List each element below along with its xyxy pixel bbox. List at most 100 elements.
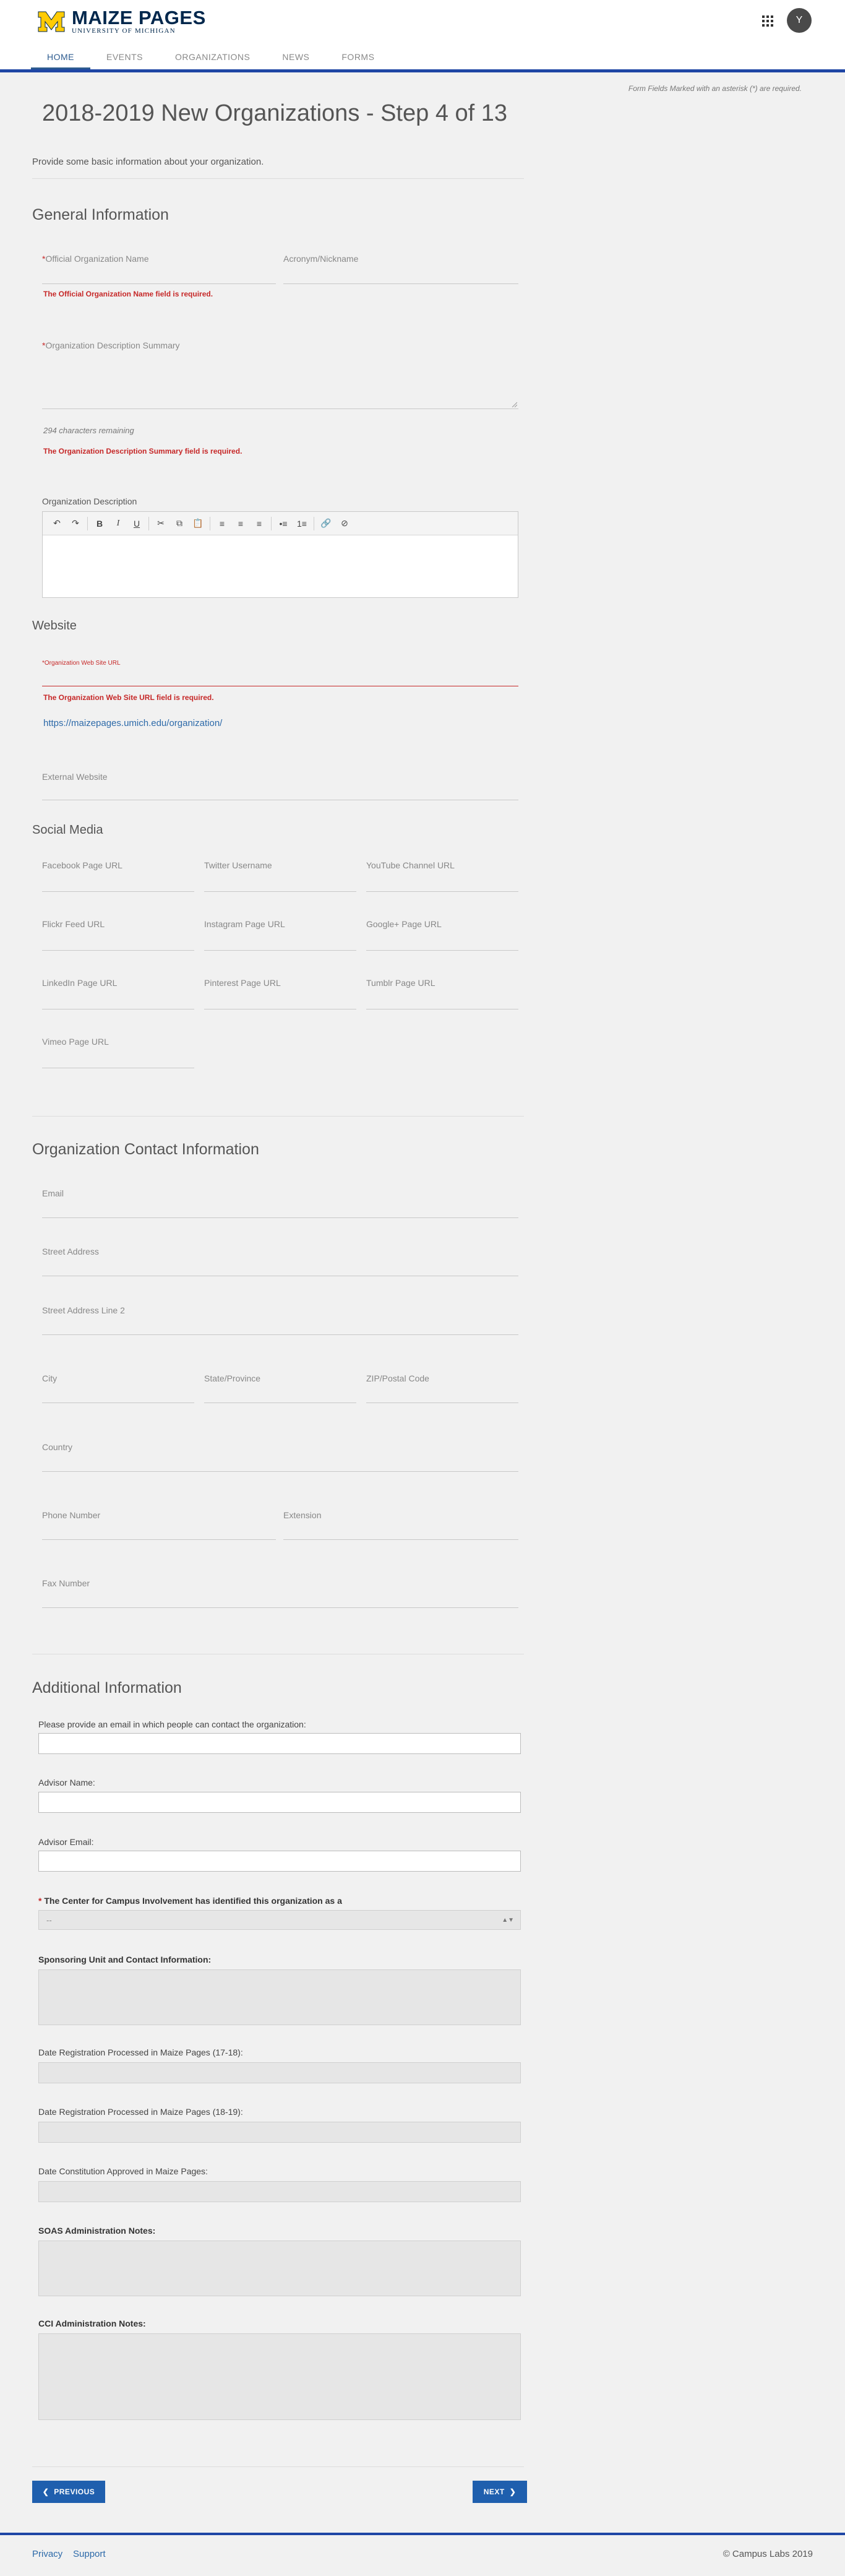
facebook-input[interactable]	[42, 891, 194, 892]
redo-icon[interactable]: ↷	[66, 516, 85, 532]
sponsoring-unit-label: Sponsoring Unit and Contact Information:	[38, 1955, 212, 1964]
date-1819-input[interactable]	[38, 2122, 521, 2143]
soas-notes-label: SOAS Administration Notes:	[38, 2226, 156, 2236]
contact-info-heading: Organization Contact Information	[32, 1141, 259, 1158]
acronym-label: Acronym/Nickname	[283, 254, 359, 264]
cci-notes-label: CCI Administration Notes:	[38, 2319, 146, 2328]
italic-icon[interactable]: I	[109, 516, 127, 532]
date-1718-label: Date Registration Processed in Maize Pag…	[38, 2047, 243, 2057]
date-1819-label: Date Registration Processed in Maize Pag…	[38, 2107, 243, 2117]
street2-input[interactable]	[42, 1334, 518, 1335]
linkedin-label: LinkedIn Page URL	[42, 978, 118, 988]
advisor-name-label: Advisor Name:	[38, 1778, 95, 1787]
date-1718-input[interactable]	[38, 2062, 521, 2083]
country-label: Country	[42, 1442, 73, 1452]
avatar[interactable]: Y	[787, 8, 812, 33]
chevron-right-icon: ❯	[509, 2487, 517, 2496]
acronym-input[interactable]	[283, 283, 518, 284]
contact-email-input[interactable]	[38, 1733, 521, 1754]
general-info-heading: General Information	[32, 206, 169, 223]
twitter-input[interactable]	[204, 891, 356, 892]
bold-icon[interactable]: B	[90, 516, 109, 532]
divider	[32, 2466, 524, 2467]
social-media-heading: Social Media	[32, 823, 103, 837]
bullet-list-icon[interactable]: •≡	[274, 516, 293, 532]
summary-textarea[interactable]	[42, 408, 518, 409]
apps-grid-icon[interactable]	[762, 15, 773, 27]
next-button[interactable]: NEXT ❯	[473, 2481, 527, 2503]
email-input[interactable]	[42, 1217, 518, 1218]
advisor-email-label: Advisor Email:	[38, 1837, 94, 1847]
resize-grip-icon[interactable]	[511, 401, 517, 407]
tab-forms[interactable]: FORMS	[325, 43, 390, 69]
align-center-icon[interactable]: ≡	[231, 516, 250, 532]
dropdown-caret-icon: ▲▼	[502, 1917, 514, 1924]
official-name-input[interactable]	[42, 283, 276, 284]
cci-notes-textarea[interactable]	[38, 2333, 521, 2420]
official-name-error: The Official Organization Name field is …	[43, 290, 213, 298]
previous-label: PREVIOUS	[54, 2487, 95, 2496]
tab-organizations[interactable]: ORGANIZATIONS	[159, 43, 266, 69]
numbered-list-icon[interactable]: 1≡	[293, 516, 311, 532]
next-label: NEXT	[483, 2487, 505, 2496]
cci-classification-select[interactable]: -- ▲▼	[38, 1910, 521, 1930]
undo-icon[interactable]: ↶	[48, 516, 66, 532]
previous-button[interactable]: ❮ PREVIOUS	[32, 2481, 105, 2503]
summary-label: *Organization Description Summary	[42, 340, 180, 350]
privacy-link[interactable]: Privacy	[32, 2549, 62, 2559]
vimeo-label: Vimeo Page URL	[42, 1037, 109, 1047]
copyright: © Campus Labs 2019	[723, 2549, 813, 2559]
advisor-email-input[interactable]	[38, 1851, 521, 1872]
url-prefix: https://maizepages.umich.edu/organizatio…	[43, 718, 223, 728]
youtube-input[interactable]	[366, 891, 518, 892]
pinterest-label: Pinterest Page URL	[204, 978, 281, 988]
editor-toolbar: ↶ ↷ B I U ✂ ⧉ 📋 ≡ ≡ ≡ •≡ 1≡ 🔗 ⊘	[43, 512, 518, 535]
unlink-icon[interactable]: ⊘	[335, 516, 354, 532]
street2-label: Street Address Line 2	[42, 1305, 125, 1315]
flickr-label: Flickr Feed URL	[42, 919, 105, 929]
flickr-input[interactable]	[42, 950, 194, 951]
chevron-left-icon: ❮	[42, 2487, 49, 2496]
twitter-label: Twitter Username	[204, 860, 272, 870]
block-m-logo-icon	[38, 11, 65, 32]
paste-icon[interactable]: 📋	[189, 516, 207, 532]
main-nav: HOME EVENTS ORGANIZATIONS NEWS FORMS	[31, 43, 390, 69]
support-link[interactable]: Support	[73, 2549, 106, 2559]
footer-accent-line	[0, 2533, 845, 2535]
soas-notes-textarea[interactable]	[38, 2241, 521, 2296]
link-icon[interactable]: 🔗	[317, 516, 335, 532]
phone-label: Phone Number	[42, 1510, 101, 1520]
country-input[interactable]	[42, 1471, 518, 1472]
external-website-label: External Website	[42, 772, 108, 782]
align-left-icon[interactable]: ≡	[213, 516, 231, 532]
advisor-name-input[interactable]	[38, 1792, 521, 1813]
fax-input[interactable]	[42, 1607, 518, 1608]
align-right-icon[interactable]: ≡	[250, 516, 268, 532]
website-heading: Website	[32, 619, 77, 633]
tab-home[interactable]: HOME	[31, 43, 90, 69]
sponsoring-unit-textarea[interactable]	[38, 1969, 521, 2025]
description-rich-editor[interactable]: ↶ ↷ B I U ✂ ⧉ 📋 ≡ ≡ ≡ •≡ 1≡ 🔗 ⊘	[42, 511, 518, 598]
instagram-input[interactable]	[204, 950, 356, 951]
divider	[32, 178, 524, 179]
cci-classification-label: * The Center for Campus Involvement has …	[38, 1896, 342, 1906]
description-label: Organization Description	[42, 496, 137, 506]
contact-email-question: Please provide an email in which people …	[38, 1719, 306, 1729]
street-label: Street Address	[42, 1247, 99, 1256]
tab-news[interactable]: NEWS	[266, 43, 325, 69]
additional-info-heading: Additional Information	[32, 1679, 182, 1696]
underline-icon[interactable]: U	[127, 516, 146, 532]
cut-icon[interactable]: ✂	[152, 516, 170, 532]
top-bar: MAIZE PAGES UNIVERSITY OF MICHIGAN Y HOM…	[0, 0, 845, 72]
phone-input[interactable]	[42, 1539, 276, 1540]
logo-title: MAIZE PAGES	[72, 7, 206, 28]
fax-label: Fax Number	[42, 1578, 90, 1588]
maize-pages-logo[interactable]: MAIZE PAGES UNIVERSITY OF MICHIGAN	[37, 7, 206, 35]
nav-accent-line	[0, 69, 845, 72]
extension-input[interactable]	[283, 1539, 518, 1540]
chars-remaining: 294 characters remaining	[43, 426, 134, 435]
date-constitution-input[interactable]	[38, 2181, 521, 2202]
copy-icon[interactable]: ⧉	[170, 516, 189, 532]
googleplus-input[interactable]	[366, 950, 518, 951]
tab-events[interactable]: EVENTS	[90, 43, 159, 69]
